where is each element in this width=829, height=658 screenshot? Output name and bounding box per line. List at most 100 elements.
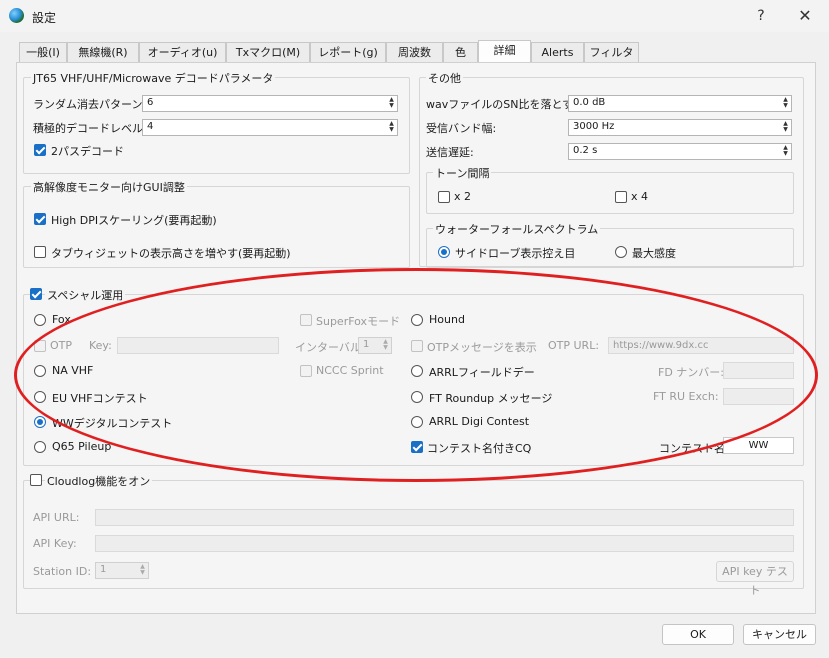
otp-url-input[interactable]: https://www.9dx.cc xyxy=(608,337,794,354)
api-key-label: API Key: xyxy=(33,537,77,550)
window-title: 設定 xyxy=(32,11,57,25)
otp-checkbox[interactable] xyxy=(34,340,46,352)
spin-arrows-icon[interactable]: ▲ ▼ xyxy=(387,121,396,134)
arrl-field-day-label: ARRLフィールドデー xyxy=(429,366,535,379)
cloudlog-checkbox[interactable] xyxy=(30,474,42,486)
contest-name-label: コンテスト名: xyxy=(659,442,729,455)
fd-number-input[interactable] xyxy=(723,362,794,379)
superfox-label: SuperFoxモード xyxy=(316,315,401,328)
misc-group-title: その他 xyxy=(426,70,463,86)
api-url-input[interactable] xyxy=(95,509,794,526)
q65-pileup-label: Q65 Pileup xyxy=(52,440,112,453)
station-id-label: Station ID: xyxy=(33,565,92,578)
random-erasure-value: 6 xyxy=(147,97,154,108)
spin-arrows-icon[interactable]: ▲ ▼ xyxy=(781,145,790,158)
random-erasure-label: ランダム消去パターン: xyxy=(33,98,147,111)
tab-colors[interactable]: 色 xyxy=(443,42,478,62)
tab-advanced[interactable]: 詳細 xyxy=(478,40,531,63)
na-vhf-radio[interactable] xyxy=(34,365,46,377)
special-operation-title: スペシャル運用 xyxy=(45,287,126,303)
ft-ru-exch-input[interactable] xyxy=(723,388,794,405)
fox-label: Fox xyxy=(52,313,71,326)
otp-show-checkbox[interactable] xyxy=(411,340,423,352)
key-input[interactable] xyxy=(117,337,279,354)
contest-cq-checkbox[interactable] xyxy=(411,441,423,453)
superfox-checkbox[interactable] xyxy=(300,314,312,326)
cancel-button[interactable]: キャンセル xyxy=(743,624,816,645)
eu-vhf-radio[interactable] xyxy=(34,391,46,403)
tab-tx-macros[interactable]: Txマクロ(M) xyxy=(226,42,310,62)
aggressive-decode-value: 4 xyxy=(147,121,154,132)
contest-cq-label: コンテスト名付きCQ xyxy=(427,442,532,455)
special-operation-checkbox[interactable] xyxy=(30,288,42,300)
tab-alerts[interactable]: Alerts xyxy=(531,42,584,62)
random-erasure-spinbox[interactable]: 6 ▲ ▼ xyxy=(142,95,398,112)
api-key-test-button[interactable]: API key テスト xyxy=(716,561,794,597)
tab-frequencies[interactable]: 周波数 xyxy=(386,42,443,62)
waterfall-title: ウォーターフォールスペクトラム xyxy=(433,221,601,237)
two-pass-checkbox[interactable] xyxy=(34,144,46,156)
ft-roundup-radio[interactable] xyxy=(411,391,423,403)
tab-general[interactable]: 一般(I) xyxy=(19,42,67,62)
api-key-input[interactable] xyxy=(95,535,794,552)
ww-digi-radio[interactable] xyxy=(34,416,46,428)
spin-arrows-icon[interactable]: ▲ ▼ xyxy=(138,564,147,577)
otp-label: OTP xyxy=(50,339,73,352)
max-sensitivity-radio[interactable] xyxy=(615,246,627,258)
ft-roundup-label: FT Roundup メッセージ xyxy=(429,392,553,405)
tab-reporting[interactable]: レポート(g) xyxy=(310,42,386,62)
otp-show-label: OTPメッセージを表示 xyxy=(427,341,537,354)
nccc-checkbox[interactable] xyxy=(300,365,312,377)
tab-audio[interactable]: オーディオ(u) xyxy=(139,42,226,62)
q65-pileup-radio[interactable] xyxy=(34,441,46,453)
tx-delay-label: 送信遅延: xyxy=(426,146,474,159)
contest-name-input[interactable]: WW xyxy=(723,437,794,454)
ft-ru-exch-label: FT RU Exch: xyxy=(653,390,719,403)
spin-arrows-icon[interactable]: ▲ ▼ xyxy=(381,339,390,352)
station-id-value: 1 xyxy=(100,564,107,575)
spin-arrows-icon[interactable]: ▲ ▼ xyxy=(781,121,790,134)
tab-height-checkbox[interactable] xyxy=(34,246,46,258)
tone-x4-checkbox[interactable] xyxy=(615,191,627,203)
sidelobe-label: サイドローブ表示控え目 xyxy=(455,247,576,260)
jt65-group-title: JT65 VHF/UHF/Microwave デコードパラメータ xyxy=(31,70,276,86)
rx-bandwidth-value: 3000 Hz xyxy=(573,121,615,132)
tone-x2-label: x 2 xyxy=(454,190,472,203)
wav-sn-value: 0.0 dB xyxy=(573,97,606,108)
aggressive-decode-label: 積極的デコードレベル: xyxy=(33,122,147,135)
key-label: Key: xyxy=(89,339,112,352)
tx-delay-spinbox[interactable]: 0.2 s ▲ ▼ xyxy=(568,143,792,160)
ok-button[interactable]: OK xyxy=(662,624,734,645)
na-vhf-label: NA VHF xyxy=(52,364,94,377)
help-button[interactable]: ? xyxy=(746,3,776,29)
aggressive-decode-spinbox[interactable]: 4 ▲ ▼ xyxy=(142,119,398,136)
spin-arrows-icon[interactable]: ▲ ▼ xyxy=(387,97,396,110)
two-pass-label: 2パスデコード xyxy=(51,145,124,158)
tab-radio[interactable]: 無線機(R) xyxy=(67,42,139,62)
fox-radio[interactable] xyxy=(34,314,46,326)
wav-sn-spinbox[interactable]: 0.0 dB ▲ ▼ xyxy=(568,95,792,112)
tone-x4-label: x 4 xyxy=(631,190,649,203)
fd-number-label: FD ナンバー: xyxy=(658,366,724,379)
station-id-spinbox[interactable]: 1 ▲ ▼ xyxy=(95,562,149,579)
high-dpi-checkbox[interactable] xyxy=(34,213,46,225)
tab-height-label: タブウィジェットの表示高さを増やす(要再起動) xyxy=(51,247,291,260)
interval-value: 1 xyxy=(363,339,370,350)
nccc-label: NCCC Sprint xyxy=(316,364,384,377)
rx-bandwidth-label: 受信バンド幅: xyxy=(426,122,497,135)
close-button[interactable]: ✕ xyxy=(790,3,820,29)
sidelobe-radio[interactable] xyxy=(438,246,450,258)
tx-delay-value: 0.2 s xyxy=(573,145,598,156)
tone-x2-checkbox[interactable] xyxy=(438,191,450,203)
interval-spinbox[interactable]: 1 ▲ ▼ xyxy=(358,337,392,354)
hound-radio[interactable] xyxy=(411,314,423,326)
api-url-label: API URL: xyxy=(33,511,80,524)
arrl-digi-radio[interactable] xyxy=(411,416,423,428)
max-sensitivity-label: 最大感度 xyxy=(632,247,676,260)
high-dpi-label: High DPIスケーリング(要再起動) xyxy=(51,214,217,227)
tab-filters[interactable]: フィルタ xyxy=(584,42,639,62)
spin-arrows-icon[interactable]: ▲ ▼ xyxy=(781,97,790,110)
arrl-field-day-radio[interactable] xyxy=(411,365,423,377)
title-bar xyxy=(0,0,829,32)
rx-bandwidth-spinbox[interactable]: 3000 Hz ▲ ▼ xyxy=(568,119,792,136)
